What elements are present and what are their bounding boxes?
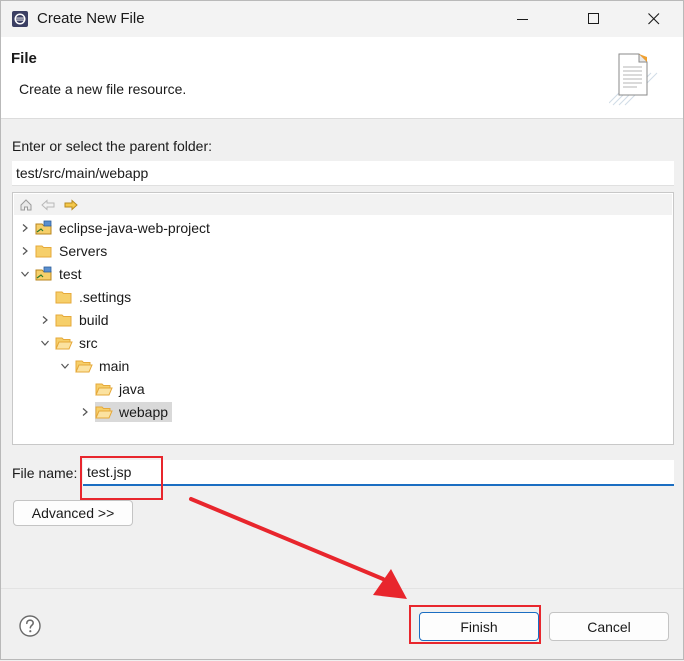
button-bar-separator	[1, 588, 683, 589]
tree-item[interactable]: src	[39, 332, 102, 354]
advanced-button[interactable]: Advanced >>	[13, 500, 133, 526]
minimize-button[interactable]	[500, 1, 546, 37]
tree-item[interactable]: main	[59, 355, 133, 377]
tree-item-label: eclipse-java-web-project	[59, 220, 210, 236]
minimize-icon	[517, 19, 528, 20]
tree-item-label: webapp	[119, 404, 169, 420]
maximize-button[interactable]	[571, 1, 617, 37]
tree-item-content[interactable]: build	[55, 310, 113, 330]
tree-item[interactable]: .settings	[39, 286, 135, 308]
home-icon[interactable]	[18, 197, 34, 213]
finish-button[interactable]: Finish	[419, 612, 539, 641]
close-icon	[648, 13, 660, 25]
tree-item[interactable]: Servers	[19, 240, 111, 262]
cancel-button[interactable]: Cancel	[549, 612, 669, 641]
new-file-wizard-icon	[608, 51, 673, 107]
back-arrow-icon[interactable]	[40, 197, 56, 213]
file-name-input[interactable]	[83, 460, 674, 486]
tree-item[interactable]: java	[79, 378, 149, 400]
folder-open-icon	[95, 404, 113, 420]
chevron-right-icon[interactable]	[19, 245, 31, 257]
tree-item[interactable]: eclipse-java-web-project	[19, 217, 214, 239]
chevron-down-icon[interactable]	[19, 268, 31, 280]
folder-icon	[55, 289, 73, 305]
tree-item-label: src	[79, 335, 98, 351]
tree-item-selected[interactable]: webapp	[95, 402, 173, 422]
tree-item-label: build	[79, 312, 109, 328]
tree-item-content[interactable]: src	[55, 333, 102, 353]
create-new-file-dialog: Create New File File Create a new file r…	[0, 0, 684, 660]
folder-icon	[55, 312, 73, 328]
project-icon	[35, 266, 53, 282]
tree-item-label: .settings	[79, 289, 132, 305]
chevron-right-icon[interactable]	[39, 314, 51, 326]
tree-item[interactable]: test	[19, 263, 86, 285]
maximize-icon	[588, 13, 599, 24]
tree-item-content[interactable]: .settings	[55, 287, 135, 307]
tree-item[interactable]: webapp	[79, 401, 173, 423]
tree-item-content[interactable]: main	[75, 356, 133, 376]
page-title: File	[11, 50, 37, 67]
tree-item-label: test	[59, 266, 82, 282]
tree-item-content[interactable]: Servers	[35, 241, 111, 261]
tree-item-content[interactable]: eclipse-java-web-project	[35, 218, 214, 238]
chevron-right-icon[interactable]	[79, 406, 91, 418]
tree-item[interactable]: build	[39, 309, 113, 331]
help-icon[interactable]	[18, 614, 42, 638]
folder-icon	[35, 243, 53, 259]
folder-open-icon	[75, 358, 93, 374]
chevron-down-icon[interactable]	[39, 337, 51, 349]
wizard-header: File Create a new file resource.	[1, 37, 683, 119]
close-button[interactable]	[631, 1, 677, 37]
folder-open-icon	[55, 335, 73, 351]
tree-item-content[interactable]: java	[95, 379, 149, 399]
project-icon	[35, 220, 53, 236]
chevron-right-icon[interactable]	[19, 222, 31, 234]
file-name-label: File name:	[12, 465, 78, 481]
folder-tree[interactable]: eclipse-java-web-project Servers test .sett…	[12, 192, 674, 445]
tree-item-content[interactable]: test	[35, 264, 86, 284]
forward-arrow-icon[interactable]	[63, 197, 79, 213]
tree-item-label: Servers	[59, 243, 108, 259]
eclipse-icon	[11, 10, 29, 28]
tree-toolbar	[14, 194, 672, 215]
title-bar[interactable]: Create New File	[1, 1, 683, 37]
tree-item-label: java	[119, 381, 145, 397]
window-title: Create New File	[37, 10, 145, 27]
parent-folder-label: Enter or select the parent folder:	[12, 138, 212, 154]
chevron-down-icon[interactable]	[59, 360, 71, 372]
parent-folder-input[interactable]	[12, 161, 674, 186]
tree-item-label: main	[99, 358, 130, 374]
folder-open-icon	[95, 381, 113, 397]
page-description: Create a new file resource.	[19, 81, 187, 97]
